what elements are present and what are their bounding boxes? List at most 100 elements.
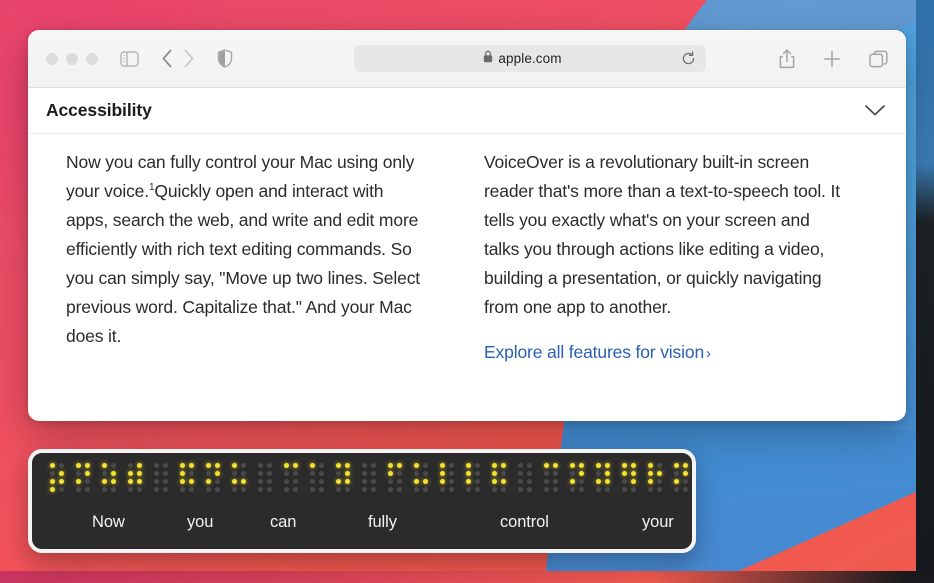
- braille-dot-off: [154, 471, 159, 476]
- braille-dot-on: [241, 479, 246, 484]
- voiceover-paragraph: VoiceOver is a revolutionary built-in sc…: [484, 152, 840, 317]
- braille-dot-off: [449, 479, 454, 484]
- tab-overview-icon[interactable]: [869, 50, 888, 68]
- braille-dot-off: [293, 479, 298, 484]
- braille-dot-on: [492, 471, 497, 476]
- wallpaper-bottom-edge: [0, 571, 934, 583]
- braille-dot-off: [267, 463, 272, 468]
- braille-dot-off: [362, 487, 367, 492]
- braille-dot-on: [310, 463, 315, 468]
- braille-dot-on: [59, 471, 64, 476]
- braille-dot-on: [631, 463, 636, 468]
- braille-dot-on: [215, 471, 220, 476]
- braille-dot-on: [206, 479, 211, 484]
- share-icon[interactable]: [779, 48, 795, 69]
- braille-dot-off: [449, 487, 454, 492]
- braille-dot-off: [674, 471, 679, 476]
- url-display[interactable]: apple.com: [364, 50, 681, 68]
- braille-dot-off: [336, 471, 341, 476]
- braille-cell: [308, 462, 326, 494]
- braille-dot-on: [622, 463, 627, 468]
- forward-button-icon[interactable]: [183, 49, 195, 68]
- braille-dot-off: [622, 487, 627, 492]
- safari-window: apple.com Accessibility Now you can full…: [28, 30, 906, 421]
- braille-dot-off: [371, 471, 376, 476]
- braille-dot-off: [137, 487, 142, 492]
- braille-dot-off: [241, 463, 246, 468]
- braille-dot-off: [319, 479, 324, 484]
- braille-dot-on: [189, 479, 194, 484]
- braille-cell: [646, 462, 664, 494]
- braille-dot-off: [518, 463, 523, 468]
- braille-dot-off: [258, 487, 263, 492]
- braille-dot-off: [544, 471, 549, 476]
- braille-dot-on: [423, 479, 428, 484]
- braille-dot-on: [388, 463, 393, 468]
- explore-vision-link[interactable]: Explore all features for vision ›: [484, 342, 711, 363]
- chevron-down-icon[interactable]: [864, 104, 886, 117]
- sidebar-toggle-icon[interactable]: [120, 50, 139, 67]
- braille-dot-off: [128, 463, 133, 468]
- braille-dot-off: [553, 479, 558, 484]
- braille-dot-off: [154, 479, 159, 484]
- back-button-icon[interactable]: [161, 49, 173, 68]
- braille-cell: [48, 462, 66, 494]
- zoom-button[interactable]: [86, 52, 98, 65]
- address-bar[interactable]: apple.com: [354, 45, 706, 72]
- braille-dot-on: [648, 463, 653, 468]
- braille-cell: [360, 462, 378, 494]
- braille-dot-on: [388, 471, 393, 476]
- braille-dot-on: [674, 463, 679, 468]
- braille-dot-off: [683, 479, 688, 484]
- braille-dot-on: [466, 479, 471, 484]
- braille-dot-off: [553, 487, 558, 492]
- braille-dot-on: [102, 479, 107, 484]
- braille-dot-on: [85, 463, 90, 468]
- braille-dot-on: [622, 471, 627, 476]
- braille-dot-off: [154, 487, 159, 492]
- braille-dot-off: [579, 487, 584, 492]
- braille-dot-off: [362, 471, 367, 476]
- braille-dot-on: [111, 479, 116, 484]
- braille-dot-on: [501, 463, 506, 468]
- braille-dot-off: [232, 471, 237, 476]
- column-voiceover: VoiceOver is a revolutionary built-in sc…: [484, 148, 844, 363]
- url-text: apple.com: [498, 51, 562, 66]
- braille-dot-off: [388, 487, 393, 492]
- reload-icon[interactable]: [681, 51, 696, 66]
- braille-dot-on: [111, 471, 116, 476]
- braille-dot-on: [544, 463, 549, 468]
- braille-dot-off: [163, 487, 168, 492]
- new-tab-plus-icon[interactable]: [823, 50, 841, 68]
- braille-dot-on: [492, 463, 497, 468]
- braille-cell: [568, 462, 586, 494]
- page-title: Accessibility: [46, 100, 152, 120]
- braille-dot-on: [579, 471, 584, 476]
- braille-cell: [620, 462, 638, 494]
- braille-word-label: can: [270, 512, 297, 531]
- braille-word-label: control: [500, 512, 549, 531]
- braille-dot-off: [414, 487, 419, 492]
- braille-dot-on: [180, 463, 185, 468]
- braille-dot-off: [293, 471, 298, 476]
- braille-cell: [126, 462, 144, 494]
- braille-dot-off: [657, 487, 662, 492]
- braille-dot-off: [631, 487, 636, 492]
- braille-dot-off: [657, 463, 662, 468]
- close-button[interactable]: [46, 52, 58, 65]
- braille-dot-off: [657, 479, 662, 484]
- minimize-button[interactable]: [66, 52, 78, 65]
- braille-dot-on: [128, 471, 133, 476]
- braille-dot-off: [492, 487, 497, 492]
- section-content: Now you can fully control your Mac using…: [28, 134, 906, 363]
- braille-dot-off: [501, 471, 506, 476]
- privacy-shield-icon[interactable]: [217, 49, 233, 68]
- braille-dot-off: [466, 487, 471, 492]
- braille-dot-off: [336, 487, 341, 492]
- braille-dot-off: [50, 471, 55, 476]
- braille-dot-on: [284, 463, 289, 468]
- braille-dot-on: [336, 479, 341, 484]
- braille-dot-on: [189, 463, 194, 468]
- braille-cell: [100, 462, 118, 494]
- braille-dot-off: [189, 471, 194, 476]
